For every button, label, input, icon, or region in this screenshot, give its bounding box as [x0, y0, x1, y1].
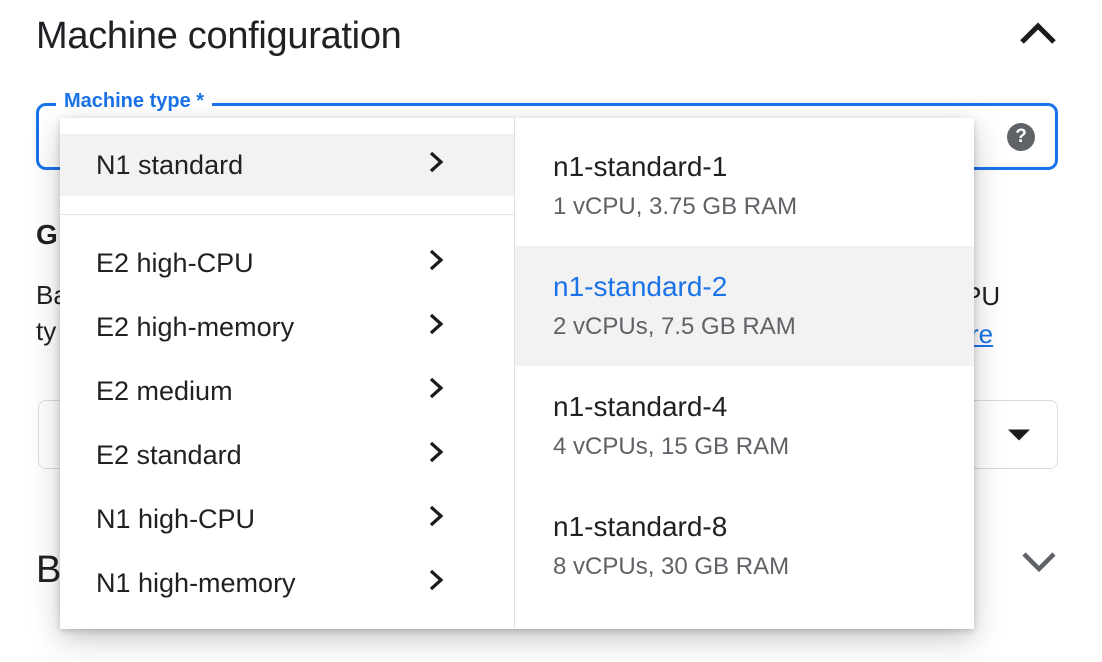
machine-type-pane: n1-standard-1 1 vCPU, 3.75 GB RAM n1-sta…: [514, 118, 974, 629]
menu-item-n1-high-memory[interactable]: N1 high-memory: [60, 551, 514, 615]
menu-item-n1-standard-1[interactable]: n1-standard-1 1 vCPU, 3.75 GB RAM: [515, 126, 974, 246]
menu-item-n1-standard-4[interactable]: n1-standard-4 4 vCPUs, 15 GB RAM: [515, 366, 974, 486]
menu-item-label: N1 high-memory: [96, 568, 296, 599]
machine-type-specs: 1 vCPU, 3.75 GB RAM: [553, 193, 974, 221]
chevron-down-icon: [1021, 550, 1057, 577]
menu-item-n1-high-cpu[interactable]: N1 high-CPU: [60, 487, 514, 551]
expand-section-button[interactable]: [1018, 546, 1060, 580]
menu-item-e2-standard[interactable]: E2 standard: [60, 423, 514, 487]
machine-type-specs: 8 vCPUs, 30 GB RAM: [553, 553, 974, 581]
machine-type-name: n1-standard-2: [553, 271, 974, 303]
collapse-section-button[interactable]: [1016, 18, 1060, 52]
machine-type-name: n1-standard-4: [553, 391, 974, 423]
menu-item-label: N1 high-CPU: [96, 504, 255, 535]
help-icon[interactable]: ?: [1007, 123, 1035, 151]
machine-type-menu: N1 standard E2 high-CPU E2 high-memory: [60, 118, 974, 629]
chevron-up-icon: [1019, 21, 1057, 50]
menu-item-label: E2 medium: [96, 376, 233, 407]
menu-item-label: E2 standard: [96, 440, 242, 471]
occluded-paragraph-line2-start: ty: [36, 316, 56, 347]
machine-type-label: Machine type *: [56, 90, 212, 113]
caret-down-icon: [1008, 429, 1030, 440]
chevron-right-icon: [428, 312, 444, 343]
chevron-right-icon: [428, 440, 444, 471]
machine-type-specs: 2 vCPUs, 7.5 GB RAM: [553, 313, 974, 341]
page-title: Machine configuration: [36, 15, 401, 58]
menu-item-e2-high-cpu[interactable]: E2 high-CPU: [60, 231, 514, 295]
menu-item-e2-medium[interactable]: E2 medium: [60, 359, 514, 423]
chevron-right-icon: [428, 248, 444, 279]
menu-item-label: E2 high-CPU: [96, 248, 254, 279]
menu-item-label: N1 standard: [96, 150, 243, 181]
occluded-subheading: G: [36, 219, 58, 251]
occluded-bottom-section-heading: B: [36, 549, 61, 592]
machine-family-list: E2 high-CPU E2 high-memory E2 medium: [60, 231, 514, 615]
machine-configuration-section: Machine configuration G Ba PU ty re B ? …: [0, 0, 1102, 662]
menu-divider: [60, 214, 514, 215]
machine-type-name: n1-standard-1: [553, 151, 974, 183]
chevron-right-icon: [428, 150, 444, 181]
chevron-right-icon: [428, 504, 444, 535]
menu-item-label: E2 high-memory: [96, 312, 294, 343]
menu-item-n1-standard-8[interactable]: n1-standard-8 8 vCPUs, 30 GB RAM: [515, 486, 974, 606]
chevron-right-icon: [428, 376, 444, 407]
chevron-right-icon: [428, 568, 444, 599]
menu-item-n1-standard[interactable]: N1 standard: [60, 134, 514, 196]
machine-type-name: n1-standard-8: [553, 511, 974, 543]
machine-type-specs: 4 vCPUs, 15 GB RAM: [553, 433, 974, 461]
menu-item-e2-high-memory[interactable]: E2 high-memory: [60, 295, 514, 359]
menu-item-n1-standard-2[interactable]: n1-standard-2 2 vCPUs, 7.5 GB RAM: [515, 246, 974, 366]
machine-family-pane: N1 standard E2 high-CPU E2 high-memory: [60, 118, 514, 629]
